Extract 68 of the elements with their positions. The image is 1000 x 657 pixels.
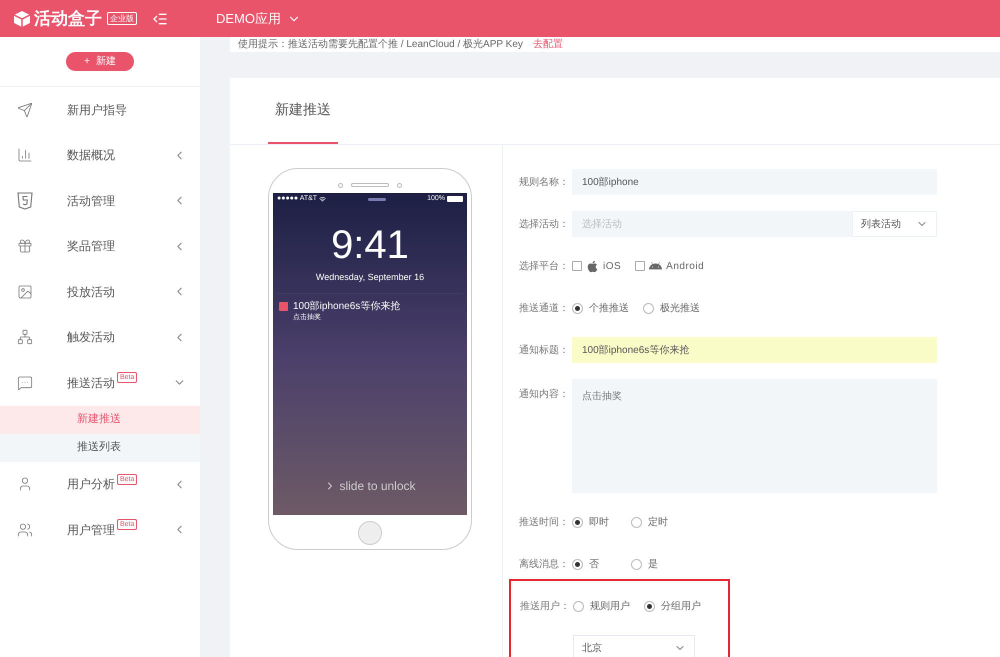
box-logo-icon: [13, 10, 31, 28]
notification-title: 100部iphone6s等你来抢: [293, 300, 400, 312]
sidebar-item[interactable]: 新用户指导: [0, 87, 200, 132]
unlock-text: slide to unlock: [339, 478, 416, 495]
radio-button[interactable]: [644, 600, 655, 612]
submenu-item[interactable]: 推送列表: [0, 434, 200, 462]
edition-badge: 企业版: [107, 12, 137, 25]
field-label: 推送通道：: [519, 302, 570, 316]
group-dropdown[interactable]: 北京: [573, 635, 695, 657]
radio-label: 否: [589, 558, 600, 572]
checkbox[interactable]: [635, 261, 646, 271]
radio-label: 个推推送: [589, 302, 629, 316]
field-label: 选择活动：: [519, 218, 570, 232]
field-label: 规则名称：: [519, 176, 570, 190]
gift-icon: [17, 238, 33, 254]
app-switcher[interactable]: DEMO应用: [216, 8, 301, 28]
text-field[interactable]: 100部iphone6s等你来抢: [572, 337, 937, 363]
text-field[interactable]: 100部iphone: [572, 169, 937, 195]
menu-collapse-icon[interactable]: [152, 10, 168, 26]
users-icon: [17, 522, 33, 538]
android-icon: [649, 260, 662, 272]
radio-button[interactable]: [572, 516, 583, 528]
sidebar-item[interactable]: 奖品管理: [0, 224, 200, 269]
field-label: 选择平台：: [519, 260, 570, 274]
battery-icon: [446, 196, 463, 202]
sidebar-item[interactable]: 触发活动: [0, 314, 200, 360]
content-textarea[interactable]: 点击抽奖: [572, 379, 937, 493]
radio-button[interactable]: [572, 302, 583, 314]
radio-button[interactable]: [572, 558, 583, 570]
radio-label: 极光推送: [660, 302, 700, 316]
radio-label: 规则用户: [590, 600, 630, 614]
chart-icon: [17, 147, 33, 164]
logo-text: 活动盒子: [34, 8, 102, 30]
radio-label: 即时: [589, 516, 610, 530]
message-icon: [17, 374, 33, 391]
new-button[interactable]: + 新建: [66, 52, 134, 71]
send-icon: [17, 102, 33, 118]
clock-date: Wednesday, September 16: [316, 271, 424, 284]
radio-label: 定时: [648, 516, 669, 530]
checkbox[interactable]: [572, 261, 582, 271]
image-icon: [17, 284, 33, 300]
radio-button[interactable]: [643, 302, 654, 314]
platform-label: Android: [666, 260, 704, 274]
hint-text: 使用提示：推送活动需要先配置个推 / LeanCloud / 极光APP Key: [238, 38, 523, 52]
platform-label: iOS: [603, 260, 622, 274]
apple-icon: [586, 260, 599, 272]
radio-button[interactable]: [631, 516, 642, 528]
field-label: 通知标题：: [519, 344, 570, 358]
clock-time: 9:41: [331, 225, 409, 265]
app-icon: [279, 302, 288, 310]
radio-label: 是: [648, 558, 659, 572]
user-icon: [17, 476, 33, 492]
field-label: 离线消息：: [519, 558, 570, 572]
activity-type-dropdown[interactable]: 列表活动: [852, 211, 937, 237]
wifi-icon: [319, 196, 326, 202]
radio-button[interactable]: [631, 558, 642, 570]
sidebar-item[interactable]: 数据概况: [0, 132, 200, 178]
field-label: 推送用户：: [520, 600, 571, 614]
radio-button[interactable]: [573, 600, 584, 612]
configure-link[interactable]: 去配置: [532, 37, 563, 52]
field-label: 推送时间：: [519, 516, 570, 530]
tab[interactable]: 新建推送: [268, 77, 338, 144]
radio-label: 分组用户: [661, 600, 701, 614]
sidebar-item[interactable]: 活动管理: [0, 178, 200, 224]
sidebar-item[interactable]: 投放活动: [0, 269, 200, 314]
network-icon: [17, 329, 33, 346]
field-label: 通知内容：: [519, 388, 570, 402]
html5-icon: [17, 192, 33, 210]
